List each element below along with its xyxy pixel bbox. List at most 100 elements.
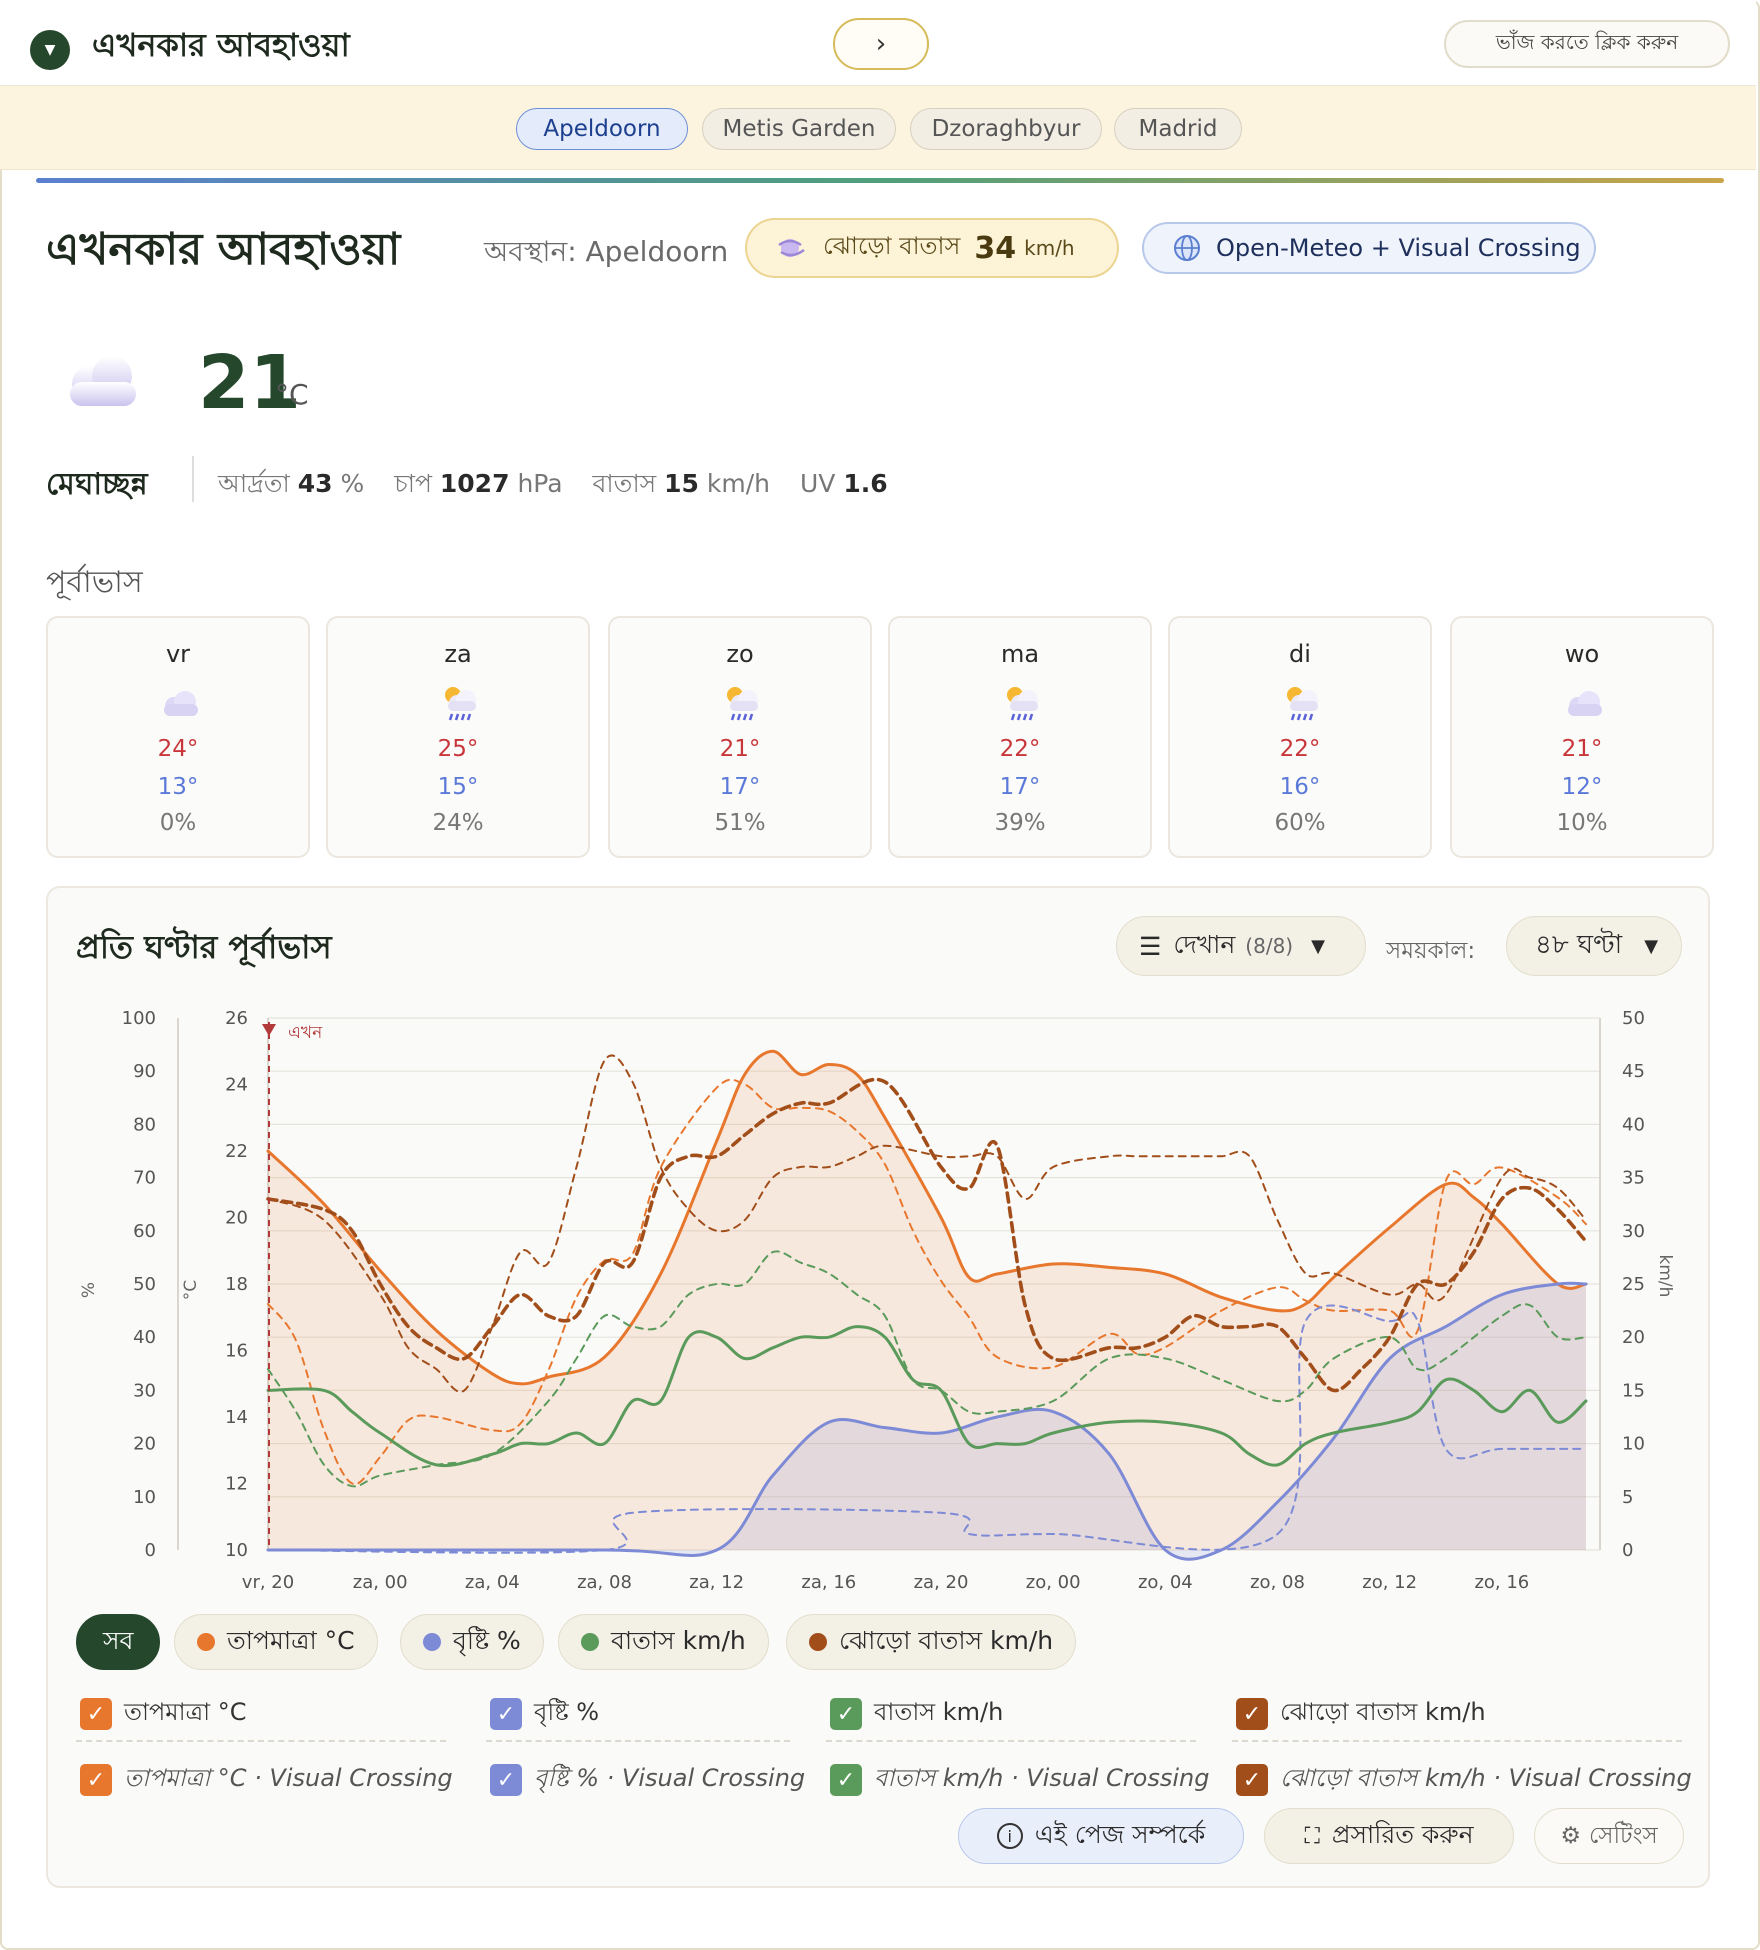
kmh-tick-label: 40 <box>1622 1114 1645 1135</box>
pressure-label: চাপ <box>394 469 432 498</box>
pressure-unit: hPa <box>517 469 563 498</box>
pressure-value: 1027 <box>439 469 510 498</box>
day-name: za <box>444 640 472 668</box>
filter-chip-all[interactable]: সব <box>76 1614 161 1670</box>
series-label: ঝোড়ো বাতাস km/h · Visual Crossing <box>1280 1764 1692 1792</box>
condition-text: মেঘাচ্ছন্ন <box>46 467 148 502</box>
tab-city-metis-garden[interactable]: Metis Garden <box>702 108 896 150</box>
sun-rain-icon <box>727 687 758 721</box>
chevron-down-icon: ▼ <box>1644 935 1659 957</box>
top-bar: ▼ এখনকার আবহাওয়া › ভাঁজ করতে ক্লিক করুন <box>0 0 1756 86</box>
series-check-temperature[interactable]: ✓ তাপমাত্রা °C <box>80 1694 247 1734</box>
percent-tick-label: 20 <box>133 1434 156 1455</box>
collapse-toggle-icon[interactable]: ▼ <box>30 30 70 70</box>
filter-chip-precip[interactable]: বৃষ্টি % <box>400 1614 544 1670</box>
about-page-button[interactable]: i এই পেজ সম্পর্কে <box>958 1808 1244 1864</box>
data-source-text: Open-Meteo + Visual Crossing <box>1216 234 1581 262</box>
series-check-precip[interactable]: ✓ বৃষ্টি % <box>490 1694 599 1734</box>
high-temp: 21° <box>719 736 761 762</box>
low-temp: 12° <box>1561 774 1603 800</box>
forecast-day-card[interactable]: vr 24° 13° 0% <box>46 616 310 858</box>
period-label: সময়কাল: <box>1386 938 1476 964</box>
temp-tick-label: 18 <box>225 1274 248 1295</box>
about-label: এই পেজ সম্পর্কে <box>1034 1819 1206 1849</box>
tab-city-madrid[interactable]: Madrid <box>1114 108 1242 150</box>
gust-unit: km/h <box>1024 236 1075 260</box>
settings-label: সেটিংস <box>1588 1822 1658 1849</box>
series-check-gust[interactable]: ✓ ঝোড়ো বাতাস km/h <box>1236 1694 1486 1734</box>
cloud-icon <box>70 356 136 406</box>
divider <box>1232 1740 1682 1742</box>
collapse-button[interactable]: ভাঁজ করতে ক্লিক করুন <box>1444 20 1730 68</box>
series-check-precip-vc[interactable]: ✓ বৃষ্টি % · Visual Crossing <box>490 1760 805 1800</box>
percent-tick-label: 100 <box>122 1008 156 1029</box>
kmh-axis-title: km/h <box>1655 1255 1675 1298</box>
sun-rain-icon <box>1287 687 1318 721</box>
forecast-day-card[interactable]: wo 21° 12° 10% <box>1450 616 1714 858</box>
x-tick-label: za, 20 <box>914 1572 969 1590</box>
uv-label: UV <box>799 469 836 498</box>
kmh-tick-label: 25 <box>1622 1274 1645 1295</box>
location-label: অবস্থান: Apeldoorn <box>484 235 729 268</box>
x-tick-label: za, 04 <box>465 1572 520 1590</box>
low-temp: 17° <box>999 774 1041 800</box>
period-dropdown[interactable]: ৪৮ ঘণ্টা ▼ <box>1506 916 1682 976</box>
forecast-day-card[interactable]: di 22° 16° 60% <box>1168 616 1432 858</box>
x-tick-label: zo, 00 <box>1026 1572 1081 1590</box>
check-icon: ✓ <box>830 1698 862 1730</box>
info-icon: i <box>996 1823 1023 1849</box>
menu-icon: ☰ <box>1139 931 1162 961</box>
hourly-title: প্রতি ঘণ্টার পূর্বাভাস <box>76 928 332 966</box>
x-tick-label: za, 00 <box>353 1572 408 1590</box>
forecast-day-card[interactable]: zo 21° 17° 51% <box>608 616 872 858</box>
data-source-badge[interactable]: Open-Meteo + Visual Crossing <box>1142 222 1596 274</box>
forecast-day-card[interactable]: za 25° 15° 24% <box>326 616 590 858</box>
kmh-tick-label: 15 <box>1622 1380 1645 1401</box>
kmh-tick-label: 45 <box>1622 1061 1645 1082</box>
series-check-wind[interactable]: ✓ বাতাস km/h <box>830 1694 1003 1734</box>
low-temp: 16° <box>1279 774 1321 800</box>
humidity-label: আর্দ্রতা <box>218 469 290 498</box>
now-marker-icon <box>262 1024 276 1036</box>
precip-chance: 60% <box>1274 810 1326 836</box>
tab-city-dzoraghbyur[interactable]: Dzoraghbyur <box>910 108 1102 150</box>
percent-tick-label: 80 <box>133 1114 156 1135</box>
wind-unit: km/h <box>706 469 771 498</box>
divider <box>826 1740 1196 1742</box>
day-name: vr <box>165 640 191 668</box>
filter-chip-wind[interactable]: বাতাস km/h <box>558 1614 769 1670</box>
expand-button[interactable]: ⛶ প্রসারিত করুন <box>1264 1808 1514 1864</box>
next-arrow-button[interactable]: › <box>833 18 929 70</box>
hourly-chart: 0102030405060708090100101214161820222426… <box>80 1008 1675 1590</box>
forecast-day-card[interactable]: ma 22° 17° 39% <box>888 616 1152 858</box>
humidity-unit: % <box>340 469 365 498</box>
series-label: বৃষ্টি % <box>534 1698 600 1726</box>
percent-tick-label: 30 <box>133 1380 156 1401</box>
gust-dot-icon <box>809 1633 827 1651</box>
high-temp: 21° <box>1561 736 1603 762</box>
tab-city-apeldoorn[interactable]: Apeldoorn <box>516 108 688 150</box>
series-check-temperature-vc[interactable]: ✓ তাপমাত্রা °C · Visual Crossing <box>80 1760 453 1800</box>
temp-axis-title: °C <box>181 1280 201 1300</box>
settings-button[interactable]: ⚙ সেটিংস <box>1534 1808 1684 1864</box>
high-temp: 24° <box>157 736 199 762</box>
wind-value: 15 <box>664 469 699 498</box>
percent-tick-label: 70 <box>133 1168 156 1189</box>
day-name: di <box>1289 640 1311 668</box>
temp-tick-label: 22 <box>225 1141 248 1162</box>
series-label: ঝোড়ো বাতাস km/h <box>1280 1698 1486 1726</box>
series-check-gust-vc[interactable]: ✓ ঝোড়ো বাতাস km/h · Visual Crossing <box>1236 1760 1692 1800</box>
widget-title: এখনকার আবহাওয়া <box>92 26 350 64</box>
chip-label: বৃষ্টি % <box>453 1625 521 1655</box>
series-check-wind-vc[interactable]: ✓ বাতাস km/h · Visual Crossing <box>830 1760 1209 1800</box>
temp-tick-label: 20 <box>225 1208 248 1229</box>
expand-label: প্রসারিত করুন <box>1331 1819 1474 1849</box>
kmh-tick-label: 20 <box>1622 1327 1645 1348</box>
wind-dot-icon <box>581 1633 599 1651</box>
show-series-dropdown[interactable]: ☰ দেখান (8/8) ▼ <box>1116 916 1366 976</box>
filter-chip-gust[interactable]: ঝোড়ো বাতাস km/h <box>786 1614 1077 1670</box>
temp-tick-label: 10 <box>225 1540 248 1561</box>
percent-tick-label: 40 <box>133 1327 156 1348</box>
forecast-heading: পূর্বাভাস <box>46 565 143 600</box>
filter-chip-temperature[interactable]: তাপমাত্রা °C <box>174 1614 378 1670</box>
